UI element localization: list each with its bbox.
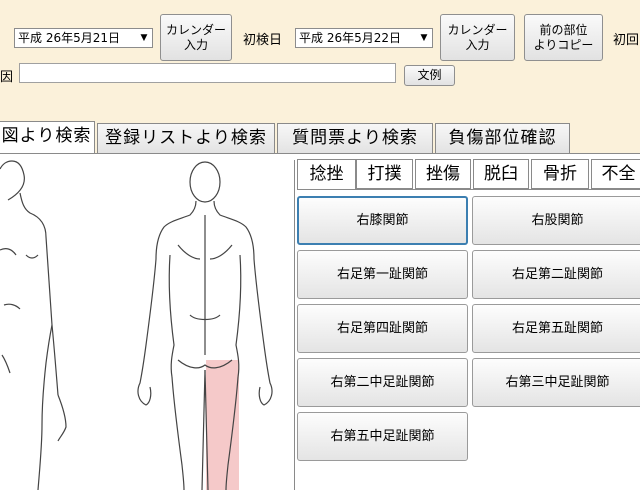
- injury-tab-sprain[interactable]: 捻挫: [297, 159, 356, 190]
- chevron-down-icon: ▼: [140, 33, 148, 43]
- tab-registered-list-search[interactable]: 登録リストより検索: [97, 123, 275, 153]
- joint-button-right-mtp-3[interactable]: 右第三中足趾関節: [472, 358, 640, 407]
- example-text-button[interactable]: 文例: [404, 65, 455, 86]
- joint-button-right-toe-2[interactable]: 右足第二趾関節: [472, 250, 640, 299]
- first-visit-date-select[interactable]: 平成 26年5月22日 ▼: [295, 28, 433, 48]
- injury-tab-dislocation[interactable]: 脱臼: [473, 159, 529, 189]
- joint-button-right-toe-1[interactable]: 右足第一趾関節: [297, 250, 468, 299]
- front-body-figure: [0, 160, 67, 490]
- copy-from-previous-button[interactable]: 前の部位 よりコピー: [524, 14, 603, 61]
- calendar-input-button-1[interactable]: カレンダー 入力: [160, 14, 232, 61]
- injury-date-select[interactable]: 平成 26年5月21日 ▼: [14, 28, 153, 48]
- first-visit-label: 初検日: [243, 33, 283, 48]
- tab-questionnaire-search[interactable]: 質問票より検索: [277, 123, 433, 153]
- calendar-input-button-2[interactable]: カレンダー 入力: [440, 14, 515, 61]
- joint-button-right-mtp-2[interactable]: 右第二中足趾関節: [297, 358, 468, 407]
- tab-injury-site-confirm[interactable]: 負傷部位確認: [435, 123, 570, 153]
- injury-tab-contusion[interactable]: 打撲: [356, 159, 413, 189]
- injury-tab-incomplete[interactable]: 不全: [591, 159, 640, 189]
- back-body-figure: [137, 161, 273, 490]
- joint-button-right-knee[interactable]: 右膝関節: [297, 196, 468, 245]
- highlight-right-leg: [206, 360, 239, 490]
- chevron-down-icon: ▼: [420, 33, 428, 43]
- cause-input[interactable]: [19, 63, 396, 83]
- first-visit-right-label: 初回: [613, 33, 640, 48]
- joint-button-right-hip[interactable]: 右股関節: [472, 196, 640, 245]
- joint-button-right-mtp-5[interactable]: 右第五中足趾関節: [297, 412, 468, 461]
- body-diagram: [0, 155, 294, 490]
- joint-button-right-toe-5[interactable]: 右足第五趾関節: [472, 304, 640, 353]
- panel-divider: [294, 160, 295, 490]
- injury-tab-strain[interactable]: 挫傷: [415, 159, 471, 189]
- first-visit-date-value: 平成 26年5月22日: [299, 31, 401, 45]
- tab-figure-search[interactable]: 図より検索: [0, 121, 95, 154]
- injury-tab-fracture[interactable]: 骨折: [531, 159, 589, 189]
- injury-tab-underline: [297, 189, 640, 190]
- joint-button-right-toe-4[interactable]: 右足第四趾関節: [297, 304, 468, 353]
- injury-date-value: 平成 26年5月21日: [18, 31, 120, 45]
- cause-label: 因: [0, 70, 14, 85]
